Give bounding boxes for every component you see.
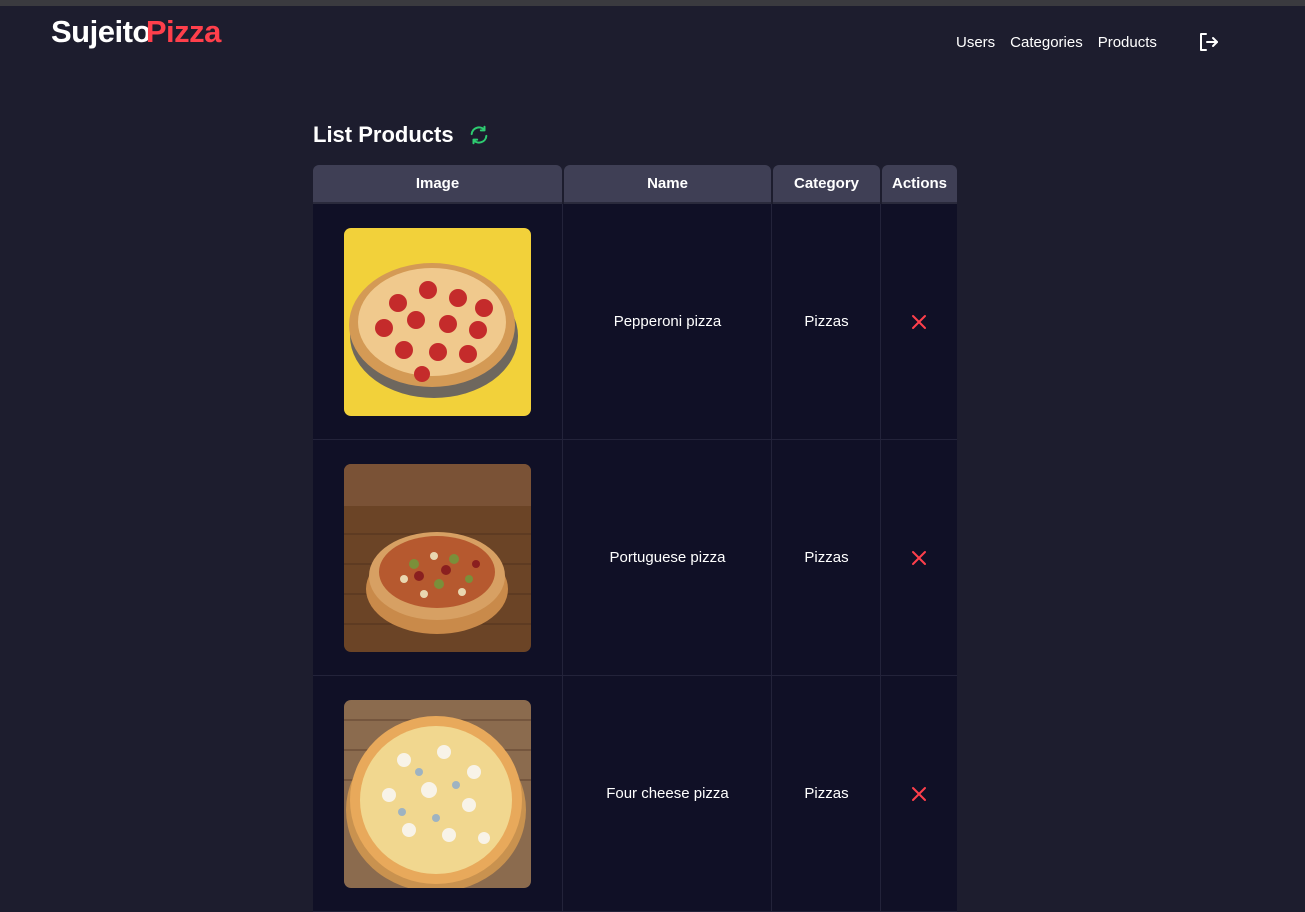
product-category-cell: Pizzas <box>773 440 881 675</box>
table-header: Image Name Category Actions <box>313 165 957 204</box>
image-cell <box>313 440 563 675</box>
delete-icon[interactable] <box>910 313 928 331</box>
brand-part-2: Pizza <box>145 14 222 49</box>
refresh-icon[interactable] <box>468 124 490 146</box>
page-title: List Products <box>313 122 454 147</box>
column-header-actions: Actions <box>882 165 957 204</box>
table-row: Portuguese pizza Pizzas <box>313 440 957 676</box>
nav-link-users[interactable]: Users <box>956 34 995 51</box>
image-cell <box>313 204 563 439</box>
four-cheese-pizza-photo <box>344 699 531 888</box>
product-name-cell: Pepperoni pizza <box>564 204 772 439</box>
table-row: Pepperoni pizza Pizzas <box>313 204 957 440</box>
delete-icon[interactable] <box>910 549 928 567</box>
product-name-cell: Portuguese pizza <box>564 440 772 675</box>
column-header-image: Image <box>313 165 562 204</box>
actions-cell <box>882 204 956 439</box>
delete-icon[interactable] <box>910 785 928 803</box>
product-name-cell: Four cheese pizza <box>564 676 772 911</box>
column-header-category: Category <box>773 165 880 204</box>
actions-cell <box>882 676 956 911</box>
table-body: Pepperoni pizza Pizzas Portuguese pizza … <box>313 204 957 912</box>
brand-part-1: Sujeito <box>51 14 151 49</box>
products-table: Image Name Category Actions Pepperoni pi… <box>313 165 957 912</box>
nav-link-categories[interactable]: Categories <box>1010 34 1083 51</box>
product-category-cell: Pizzas <box>773 204 881 439</box>
brand-logo[interactable]: SujeitoPizza <box>51 14 221 50</box>
column-header-name: Name <box>564 165 771 204</box>
product-category-cell: Pizzas <box>773 676 881 911</box>
table-row: Four cheese pizza Pizzas <box>313 676 957 912</box>
window-top-bar <box>0 0 1305 6</box>
pepperoni-pizza-photo <box>344 227 531 416</box>
top-nav: Users Categories Products <box>956 34 1172 51</box>
logout-icon[interactable] <box>1197 31 1221 53</box>
page-header: List Products <box>313 122 490 148</box>
portuguese-pizza-photo <box>344 463 531 652</box>
image-cell <box>313 676 563 911</box>
actions-cell <box>882 440 956 675</box>
nav-link-products[interactable]: Products <box>1098 34 1157 51</box>
